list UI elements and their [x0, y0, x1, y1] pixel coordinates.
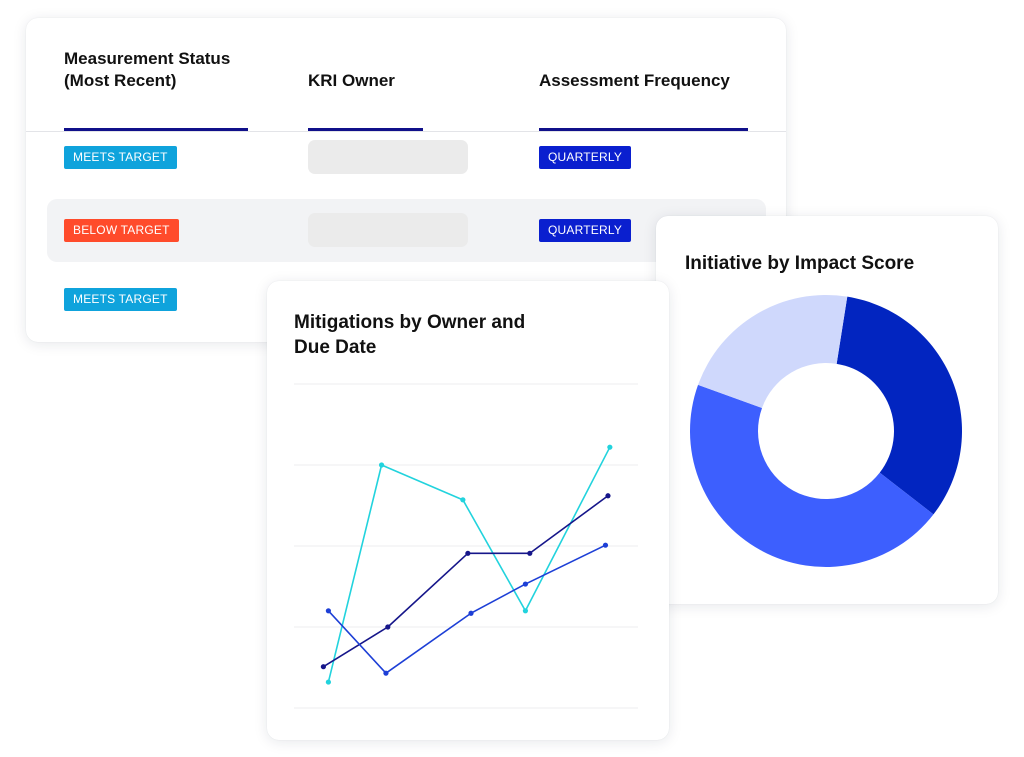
series-blue-point: [383, 670, 389, 676]
series-cyan-point: [325, 679, 331, 685]
series-cyan-line: [327, 446, 611, 683]
header-line: (Most Recent): [64, 71, 177, 90]
series-navy-point: [605, 493, 611, 499]
series-blue-point: [602, 542, 609, 548]
series-cyan-point: [522, 608, 529, 614]
series-blue-point: [325, 608, 331, 614]
status-badge: MEETS TARGET: [64, 146, 177, 169]
impact-score-card: Initiative by Impact Score: [656, 216, 998, 604]
series-navy-point: [527, 550, 533, 556]
series-navy-point: [320, 664, 326, 670]
series-blue-line: [327, 544, 606, 674]
column-header-kri-owner[interactable]: KRI Owner: [308, 70, 395, 92]
mitigations-card: Mitigations by Owner and Due Date: [267, 281, 669, 740]
column-header-assessment-frequency[interactable]: Assessment Frequency: [539, 70, 730, 92]
header-line: KRI Owner: [308, 71, 395, 90]
column-header-measurement-status[interactable]: Measurement Status (Most Recent): [64, 48, 230, 92]
series-blue-point: [522, 581, 529, 587]
series-blue-point: [468, 610, 474, 616]
series-navy-point: [465, 550, 471, 556]
status-badge: BELOW TARGET: [64, 219, 179, 242]
header-line: Measurement Status: [64, 49, 231, 68]
status-badge: MEETS TARGET: [64, 288, 177, 311]
frequency-badge: QUARTERLY: [539, 219, 632, 242]
line-chart: [294, 383, 638, 709]
owner-placeholder: [308, 213, 468, 247]
series-cyan-point: [460, 497, 466, 503]
header-divider: [26, 131, 786, 132]
series-cyan-point: [607, 444, 613, 450]
owner-placeholder: [308, 140, 468, 174]
series-navy-point: [385, 624, 391, 630]
frequency-badge: QUARTERLY: [539, 146, 632, 169]
segment-light-blue: [698, 295, 848, 408]
segment-dark-blue: [836, 296, 962, 515]
donut-chart: [690, 295, 962, 567]
series-navy-line: [322, 495, 609, 668]
header-line: Assessment Frequency: [539, 71, 730, 90]
series-cyan-point: [378, 462, 385, 468]
